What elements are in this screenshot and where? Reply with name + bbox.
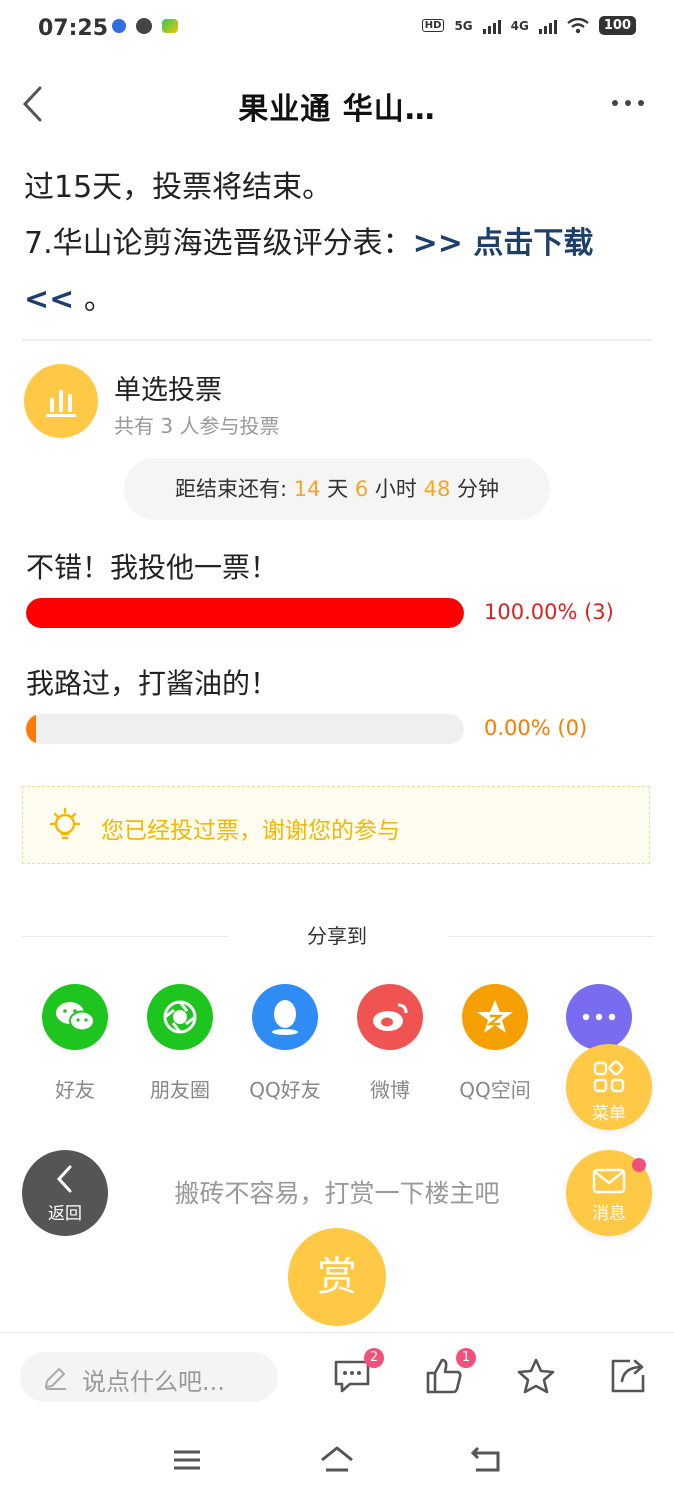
share-qzone[interactable]: QQ空间: [440, 984, 550, 1103]
qq-icon: [252, 984, 318, 1050]
messages-fab[interactable]: 消息: [566, 1150, 652, 1236]
comment-placeholder: 说点什么吧...: [82, 1368, 225, 1396]
share-wechat[interactable]: 好友: [20, 984, 130, 1103]
share-title: 分享到: [307, 924, 367, 948]
qzone-icon: [462, 984, 528, 1050]
reward-button[interactable]: 赏: [288, 1228, 386, 1326]
poll-option-label-1[interactable]: 不错！我投他一票！: [26, 546, 278, 586]
more-share-icon: [566, 984, 632, 1050]
battery-icon: 100: [598, 16, 636, 35]
share-qq-label: QQ好友: [249, 1078, 321, 1102]
poll-option-result-1: 100.00% (3): [484, 600, 614, 624]
comment-input[interactable]: 说点什么吧...: [20, 1352, 278, 1402]
article-text: 过15天，投票将结束。 7.华山论剪海选晋级评分表：>> 点击下载 << 。: [24, 160, 644, 328]
poll-participants: 共有 3 人参与投票: [114, 414, 280, 438]
status-right: HD 5G 4G 100: [421, 16, 636, 35]
video-app-icon: [162, 19, 178, 33]
share-weibo-label: 微博: [370, 1078, 410, 1102]
share-out-icon: [611, 1359, 645, 1393]
status-notification-icons: [112, 18, 178, 34]
star-icon: [517, 1358, 555, 1394]
home-icon[interactable]: [318, 1444, 356, 1476]
page-title: 果业通 华山…: [238, 92, 436, 127]
share-button[interactable]: [608, 1356, 650, 1398]
poll-option-fill-1: [26, 598, 464, 628]
signal-4g-icon: [538, 18, 557, 34]
countdown-minutes-unit: 分钟: [457, 477, 500, 501]
net-4g-label: 4G: [510, 18, 529, 33]
share-weibo[interactable]: 微博: [335, 984, 445, 1103]
countdown-hours: 6: [354, 477, 369, 501]
poll-option-result-2: 0.00% (0): [484, 716, 588, 740]
download-link[interactable]: >> 点击下载: [413, 226, 594, 261]
countdown-prefix: 距结束还有:: [174, 477, 288, 501]
moments-icon: [147, 984, 213, 1050]
comments-badge: 2: [364, 1348, 384, 1368]
baidu-icon: [112, 19, 126, 33]
poll-option-bar-1: [26, 598, 464, 628]
divider: [22, 339, 652, 341]
likes-badge: 1: [456, 1348, 476, 1368]
poll-title: 单选投票: [114, 375, 222, 406]
poll-option-label-2[interactable]: 我路过，打酱油的！: [26, 662, 278, 702]
share-wechat-label: 好友: [55, 1078, 95, 1102]
more-options-icon[interactable]: [612, 100, 644, 106]
wechat-icon: [42, 984, 108, 1050]
status-time: 07:25: [38, 16, 109, 41]
weibo-icon: [357, 984, 423, 1050]
net-5g-label: 5G: [454, 18, 473, 33]
grid-menu-icon: [593, 1060, 625, 1093]
favorite-button[interactable]: [516, 1356, 558, 1398]
wifi-icon: [567, 17, 589, 33]
share-moments[interactable]: 朋友圈: [125, 984, 235, 1103]
voted-notice: 您已经投过票，谢谢您的参与: [22, 786, 650, 864]
envelope-icon: [592, 1168, 626, 1194]
countdown-minutes: 48: [423, 477, 451, 501]
download-link-close[interactable]: <<: [24, 282, 74, 317]
share-more[interactable]: [544, 984, 654, 1050]
countdown-hours-unit: 小时: [374, 477, 417, 501]
unread-dot: [632, 1158, 646, 1172]
chat-icon: [136, 18, 152, 34]
poll-option-fill-2: [26, 714, 36, 744]
messages-fab-label: 消息: [592, 1204, 626, 1224]
share-moments-label: 朋友圈: [150, 1078, 210, 1102]
article-line-3-text: 。: [74, 282, 114, 317]
article-line-2-text: 7.华山论剪海选晋级评分表：: [24, 226, 413, 261]
share-qq[interactable]: QQ好友: [230, 984, 340, 1103]
pencil-icon: [44, 1367, 66, 1390]
article-line-3: << 。: [24, 272, 644, 328]
article-line-2: 7.华山论剪海选晋级评分表：>> 点击下载: [24, 216, 644, 272]
menu-fab[interactable]: 菜单: [566, 1044, 652, 1130]
share-qzone-label: QQ空间: [459, 1078, 531, 1102]
countdown-days-unit: 天: [327, 477, 349, 501]
voted-notice-text: 您已经投过票，谢谢您的参与: [101, 818, 400, 844]
comments-button[interactable]: 2: [332, 1348, 384, 1398]
poll-chart-icon: [24, 364, 98, 438]
lightbulb-icon: [49, 807, 81, 840]
poll-countdown: 距结束还有: 14 天 6 小时 48 分钟: [124, 458, 550, 520]
article-line-1: 过15天，投票将结束。: [24, 170, 333, 205]
countdown-days: 14: [293, 477, 321, 501]
recent-apps-icon[interactable]: [172, 1444, 202, 1474]
like-button[interactable]: 1: [424, 1348, 476, 1398]
system-back-icon[interactable]: [470, 1444, 502, 1474]
menu-fab-label: 菜单: [592, 1104, 626, 1124]
hd-icon: HD: [421, 19, 445, 32]
poll-option-bar-2: [26, 714, 464, 744]
toolbar-divider: [0, 1332, 674, 1333]
signal-5g-icon: [482, 18, 501, 34]
